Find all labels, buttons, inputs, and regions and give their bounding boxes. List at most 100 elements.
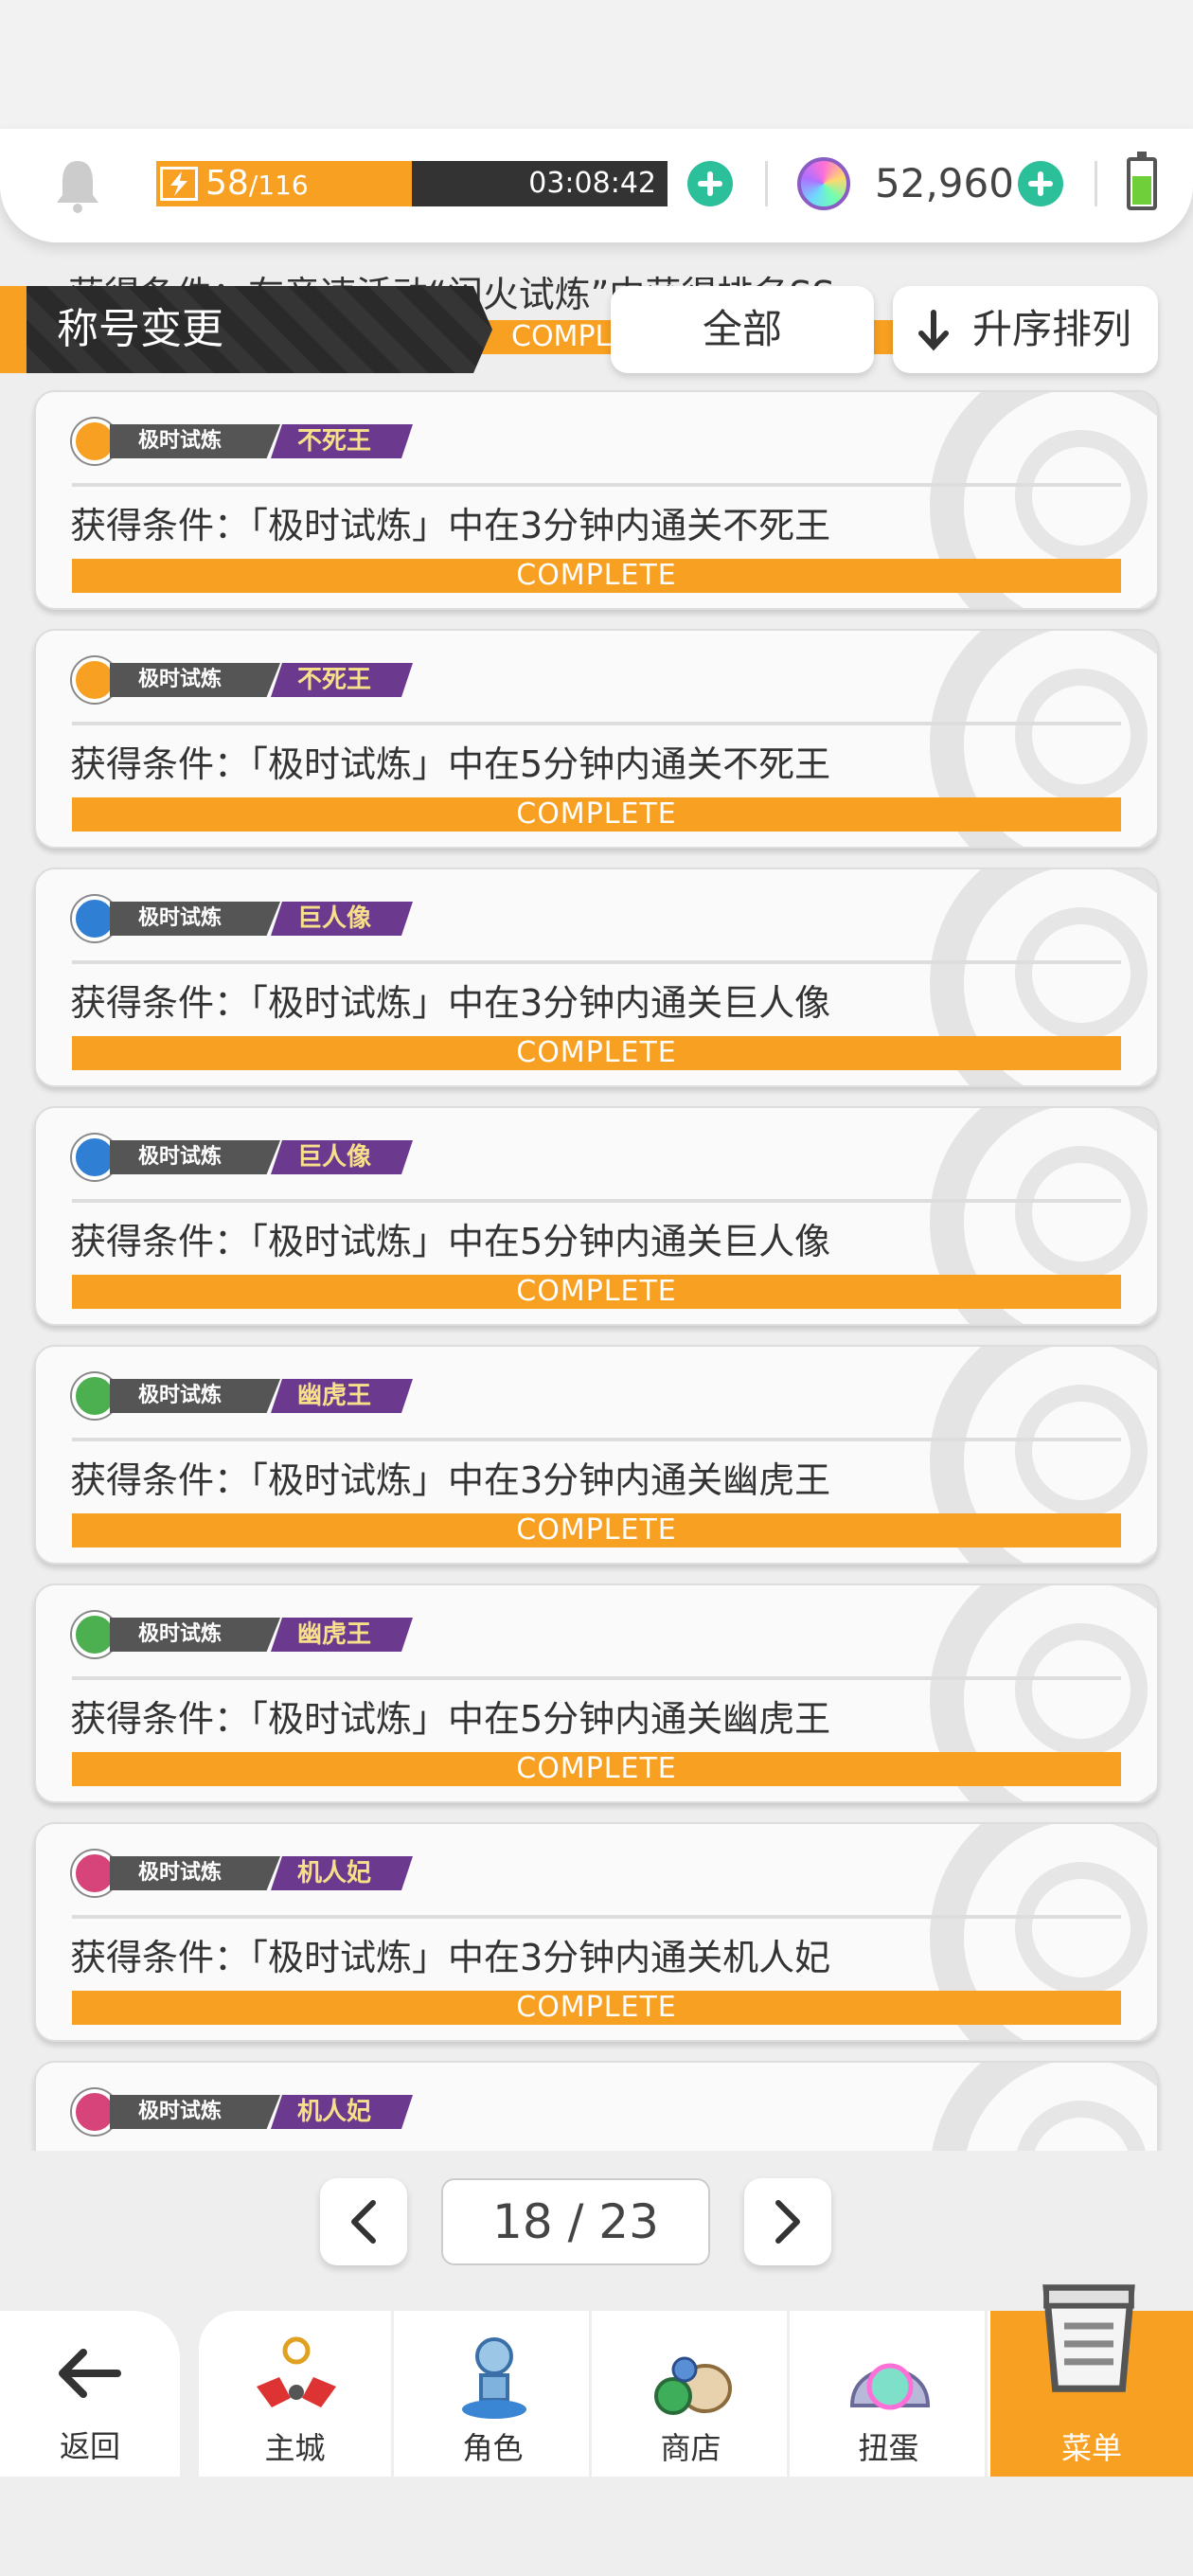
- nav-item-castle[interactable]: 主城: [199, 2311, 394, 2477]
- nav-item-menu[interactable]: 菜单: [990, 2284, 1193, 2477]
- title-boss-label: 幽虎王: [297, 1620, 372, 1649]
- title-boss-label: 机人妃: [297, 2098, 372, 2126]
- title-boss-label: 幽虎王: [297, 1382, 372, 1410]
- card-decoration: [1015, 1862, 1148, 1995]
- battery-icon: [1127, 152, 1157, 210]
- gacha-icon: [849, 2363, 931, 2410]
- sort-label: 升序排列: [972, 306, 1132, 352]
- title-boss-label: 巨人像: [297, 1143, 372, 1172]
- arrow-left-icon: [59, 2349, 121, 2398]
- title-tag: 极时试炼: [110, 1856, 280, 1890]
- card-divider: [72, 1199, 1121, 1203]
- card-condition: 获得条件：「极时试炼」中在3分钟内通关巨人像: [70, 982, 831, 1024]
- gem-count: 52,960: [875, 160, 1014, 206]
- title-card[interactable]: 极时试炼 幽虎王 获得条件：「极时试炼」中在5分钟内通关幽虎王 COMPLETE: [34, 1583, 1159, 1803]
- title-list[interactable]: 获得条件：在竞速活动“闪火试炼”中获得排名SS COMPLETE 称号变更 全部…: [0, 242, 1193, 2151]
- page-indicator: 18 / 23: [441, 2178, 710, 2265]
- card-status: COMPLETE: [72, 1275, 1121, 1309]
- nav-item-shop[interactable]: 商店: [595, 2311, 790, 2477]
- card-condition: 获得条件：「极时试炼」中在5分钟内通关巨人像: [70, 1221, 831, 1262]
- divider: [765, 161, 768, 206]
- title-boss: 幽虎王: [271, 1379, 413, 1413]
- card-status: COMPLETE: [72, 1513, 1121, 1547]
- status-bar: 58/116 03:08:42 52,960: [0, 129, 1193, 242]
- card-status: COMPLETE: [72, 1036, 1121, 1070]
- top-blank-area: [0, 0, 1193, 133]
- arrow-down-icon: [918, 310, 949, 351]
- card-decoration: [1015, 1623, 1148, 1756]
- title-card[interactable]: 极时试炼 机人妃: [34, 2061, 1159, 2151]
- card-divider: [72, 960, 1121, 964]
- card-divider: [72, 483, 1121, 487]
- title-boss: 机人妃: [271, 2095, 413, 2129]
- bolt-icon: [160, 167, 198, 201]
- page-title-banner: 称号变更: [0, 286, 492, 373]
- card-divider: [72, 1915, 1121, 1919]
- title-boss: 机人妃: [271, 1856, 413, 1890]
- nav-label-character: 角色: [462, 2430, 524, 2466]
- title-tag: 极时试炼: [110, 424, 280, 458]
- add-stamina-button[interactable]: [687, 161, 733, 206]
- prev-page-button[interactable]: [320, 2178, 407, 2265]
- card-status: COMPLETE: [72, 559, 1121, 593]
- stamina-bar: 58/116 03:08:42: [156, 161, 668, 206]
- title-boss: 巨人像: [271, 1140, 413, 1174]
- nav-label-castle: 主城: [264, 2430, 326, 2466]
- nav-label-shop: 商店: [660, 2430, 721, 2466]
- nav-item-gacha[interactable]: 扭蛋: [792, 2311, 988, 2477]
- title-boss-label: 巨人像: [297, 904, 372, 933]
- card-divider: [72, 1438, 1121, 1441]
- title-boss-label: 机人妃: [297, 1859, 372, 1887]
- gem-icon: [797, 157, 850, 210]
- title-boss: 巨人像: [271, 902, 413, 936]
- back-label: 返回: [59, 2428, 120, 2464]
- card-condition: 获得条件：「极时试炼」中在3分钟内通关不死王: [70, 505, 831, 546]
- bell-icon[interactable]: [53, 157, 102, 214]
- title-tag: 极时试炼: [110, 1618, 280, 1652]
- sort-button[interactable]: 升序排列: [893, 286, 1158, 373]
- title-card[interactable]: 极时试炼 机人妃获得条件：「极时试炼」中在3分钟内通关机人妃 COMPLETE: [34, 1822, 1159, 2042]
- card-decoration: [1015, 669, 1148, 801]
- bottom-nav: 返回 主城 角色 商店 扭蛋 菜单: [0, 2284, 1193, 2477]
- card-decoration: [1015, 1146, 1148, 1279]
- card-decoration: [1015, 1385, 1148, 1517]
- nav-label-menu: 菜单: [1060, 2430, 1122, 2466]
- filter-button[interactable]: 全部: [611, 286, 874, 373]
- card-divider: [72, 1676, 1121, 1680]
- title-boss: 不死王: [271, 663, 413, 697]
- nav-label-gacha: 扭蛋: [858, 2430, 919, 2466]
- title-card[interactable]: 极时试炼 不死王 获得条件：「极时试炼」中在5分钟内通关不死王 COMPLETE: [34, 629, 1159, 849]
- title-card[interactable]: 极时试炼 巨人像 获得条件：「极时试炼」中在5分钟内通关巨人像 COMPLETE: [34, 1106, 1159, 1326]
- bottom-blank-area: [0, 2477, 1193, 2576]
- title-tag: 极时试炼: [110, 2095, 280, 2129]
- title-card[interactable]: 极时试炼 幽虎王获得条件：「极时试炼」中在3分钟内通关幽虎王 COMPLETE: [34, 1345, 1159, 1565]
- title-boss: 幽虎王: [271, 1618, 413, 1652]
- title-boss: 不死王: [271, 424, 413, 458]
- card-condition: 获得条件：「极时试炼」中在3分钟内通关机人妃: [70, 1937, 831, 1978]
- next-page-button[interactable]: [744, 2178, 831, 2265]
- chevron-right-icon: [775, 2200, 800, 2244]
- card-condition: 获得条件：「极时试炼」中在5分钟内通关不死王: [70, 743, 831, 785]
- shop-icon: [654, 2356, 732, 2415]
- add-gems-button[interactable]: [1018, 161, 1063, 206]
- title-tag: 极时试炼: [110, 1379, 280, 1413]
- character-icon: [462, 2337, 526, 2419]
- castle-icon: [257, 2336, 336, 2407]
- nav-bar: 主城 角色 商店 扭蛋 菜单: [199, 2284, 1193, 2477]
- title-card[interactable]: 极时试炼 不死王获得条件：「极时试炼」中在3分钟内通关不死王 COMPLETE: [34, 390, 1159, 610]
- menu-icon: [1042, 2284, 1135, 2392]
- card-condition: 获得条件：「极时试炼」中在3分钟内通关幽虎王: [70, 1459, 831, 1501]
- card-status: COMPLETE: [72, 1752, 1121, 1786]
- stamina-max: /116: [248, 170, 309, 201]
- title-tag: 极时试炼: [110, 902, 280, 936]
- card-decoration: [1015, 430, 1148, 563]
- page-title: 称号变更: [57, 305, 223, 353]
- nav-item-character[interactable]: 角色: [397, 2311, 592, 2477]
- title-card[interactable]: 极时试炼 巨人像获得条件：「极时试炼」中在3分钟内通关巨人像 COMPLETE: [34, 868, 1159, 1087]
- stamina-timer: 03:08:42: [528, 167, 656, 200]
- title-boss-label: 不死王: [297, 666, 372, 694]
- back-button[interactable]: 返回: [0, 2311, 180, 2477]
- title-tag: 极时试炼: [110, 663, 280, 697]
- card-status: COMPLETE: [72, 1991, 1121, 2025]
- card-decoration: [1015, 907, 1148, 1040]
